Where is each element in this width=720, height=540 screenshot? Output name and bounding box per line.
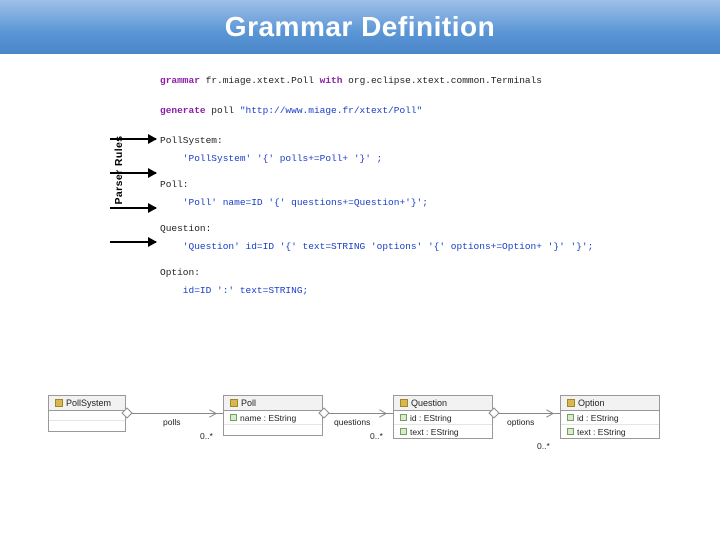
grammar-code: grammar fr.miage.xtext.Poll with org.ecl… (160, 72, 700, 300)
parser-rules-label: Parser Rules (113, 110, 125, 230)
class-icon (567, 399, 575, 407)
rule-poll-body: 'Poll' name=ID '{' questions+=Question+'… (160, 194, 700, 212)
rule-question-body: 'Question' id=ID '{' text=STRING 'option… (160, 238, 700, 256)
class-pollsystem: PollSystem (48, 395, 126, 432)
assoc-label: options (507, 417, 534, 427)
rule-question-head: Question: (160, 220, 700, 238)
page-title: Grammar Definition (225, 11, 495, 43)
code-line-grammar: grammar fr.miage.xtext.Poll with org.ecl… (160, 72, 700, 90)
attr-icon (567, 428, 574, 435)
attr-icon (400, 428, 407, 435)
attr: text : EString (410, 427, 459, 437)
arrow-option (110, 241, 156, 243)
rule-pollsystem-body: 'PollSystem' '{' polls+=Poll+ '}' ; (160, 150, 700, 168)
uml-diagram: PollSystem Poll name : EString Question … (48, 395, 688, 505)
rule-pollsystem-head: PollSystem: (160, 132, 700, 150)
class-option: Option id : EString text : EString (560, 395, 660, 439)
arrow-pollsystem (110, 138, 156, 140)
rule-poll-head: Poll: (160, 176, 700, 194)
class-icon (230, 399, 238, 407)
attr-icon (567, 414, 574, 421)
class-name: Poll (241, 398, 256, 408)
assoc-label: polls (163, 417, 180, 427)
multiplicity: 0..* (370, 431, 383, 441)
multiplicity: 0..* (537, 441, 550, 451)
attr: id : EString (577, 413, 619, 423)
assoc-label: questions (334, 417, 370, 427)
code-line-generate: generate poll "http://www.miage.fr/xtext… (160, 102, 700, 120)
arrow-question (110, 207, 156, 209)
attr-icon (230, 414, 237, 421)
class-icon (400, 399, 408, 407)
class-name: Question (411, 398, 447, 408)
class-poll: Poll name : EString (223, 395, 323, 436)
rule-option-body: id=ID ':' text=STRING; (160, 282, 700, 300)
rule-option-head: Option: (160, 264, 700, 282)
arrow-poll (110, 172, 156, 174)
attr: id : EString (410, 413, 452, 423)
assoc-polls (126, 413, 223, 414)
class-name: PollSystem (66, 398, 111, 408)
class-icon (55, 399, 63, 407)
multiplicity: 0..* (200, 431, 213, 441)
class-question: Question id : EString text : EString (393, 395, 493, 439)
attr-icon (400, 414, 407, 421)
title-band: Grammar Definition (0, 0, 720, 54)
class-name: Option (578, 398, 605, 408)
attr: text : EString (577, 427, 626, 437)
attr: name : EString (240, 413, 296, 423)
